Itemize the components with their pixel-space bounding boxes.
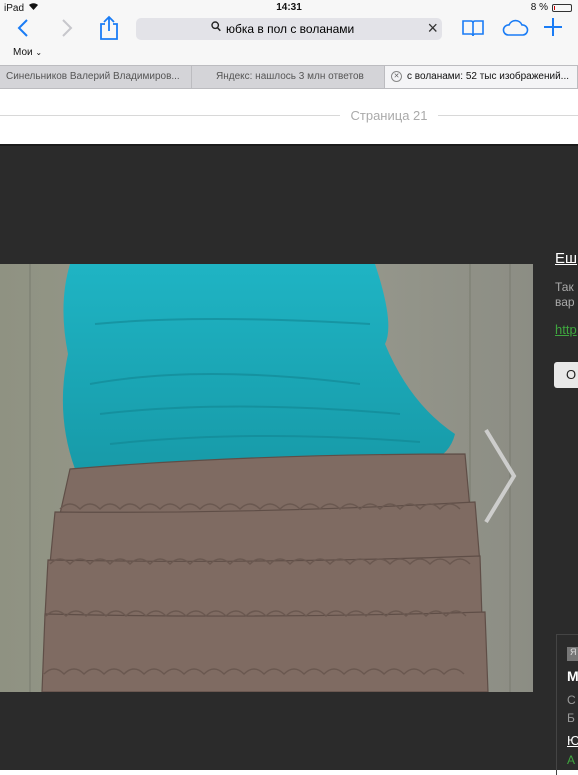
book-icon[interactable]: [461, 18, 485, 42]
image-description: Так вар: [555, 280, 575, 310]
address-bar[interactable]: юбка в пол с воланами ×: [136, 18, 442, 40]
tab-3-active[interactable]: ✕ с воланами: 52 тыс изображений...: [385, 66, 578, 88]
tab-bar: Синельников Валерий Владимиров... Яндекс…: [0, 65, 578, 89]
page-number-label: Страница 21: [350, 108, 428, 123]
skirt-photo[interactable]: [0, 264, 533, 692]
search-query-text: юбка в пол с воланами: [226, 22, 355, 36]
image-viewer: Еш Так вар http О Я М С Б Ю А: [0, 144, 578, 775]
clear-icon[interactable]: ×: [427, 18, 438, 39]
close-tab-icon[interactable]: ✕: [391, 71, 402, 82]
source-url-link[interactable]: http: [555, 322, 577, 337]
forward-icon[interactable]: [60, 18, 74, 42]
plus-icon[interactable]: [543, 17, 563, 41]
cloud-icon[interactable]: [501, 19, 529, 41]
card-line: Б: [567, 711, 575, 725]
chevron-down-icon: ⌄: [35, 48, 43, 57]
battery-text: 8 %: [530, 2, 548, 13]
back-icon[interactable]: [16, 18, 30, 42]
battery-icon: [552, 3, 572, 12]
favorites-label: Мои: [13, 47, 33, 58]
tab-label: Синельников Валерий Владимиров...: [6, 71, 180, 82]
image-source-title[interactable]: Еш: [555, 250, 577, 267]
card-link[interactable]: Ю: [567, 733, 578, 748]
tab-label: Яндекс: нашлось 3 млн ответов: [216, 71, 364, 82]
browser-toolbar: юбка в пол с воланами × Мои ⌄: [0, 15, 578, 65]
card-title: М: [567, 668, 578, 684]
yandex-badge: Я: [567, 647, 578, 661]
next-arrow-icon[interactable]: [478, 426, 520, 531]
tab-2[interactable]: Яндекс: нашлось 3 млн ответов: [192, 66, 385, 88]
description-line: Так: [555, 280, 574, 294]
share-icon[interactable]: [99, 15, 119, 45]
related-card[interactable]: Я М С Б Ю А: [556, 634, 578, 775]
description-line: вар: [555, 295, 575, 309]
search-icon: [211, 21, 221, 35]
status-time: 14:31: [276, 2, 302, 13]
card-green-text: А: [567, 753, 576, 767]
favorites-menu[interactable]: Мои ⌄: [13, 47, 42, 58]
status-bar: iPad 14:31 8 %: [0, 0, 578, 15]
open-button[interactable]: О: [554, 362, 578, 388]
tab-label: с воланами: 52 тыс изображений...: [407, 71, 570, 83]
tab-1[interactable]: Синельников Валерий Владимиров...: [0, 66, 192, 88]
card-line: С: [567, 693, 576, 707]
page-header: Страница 21: [0, 89, 578, 144]
card-text: С Б: [567, 691, 576, 727]
